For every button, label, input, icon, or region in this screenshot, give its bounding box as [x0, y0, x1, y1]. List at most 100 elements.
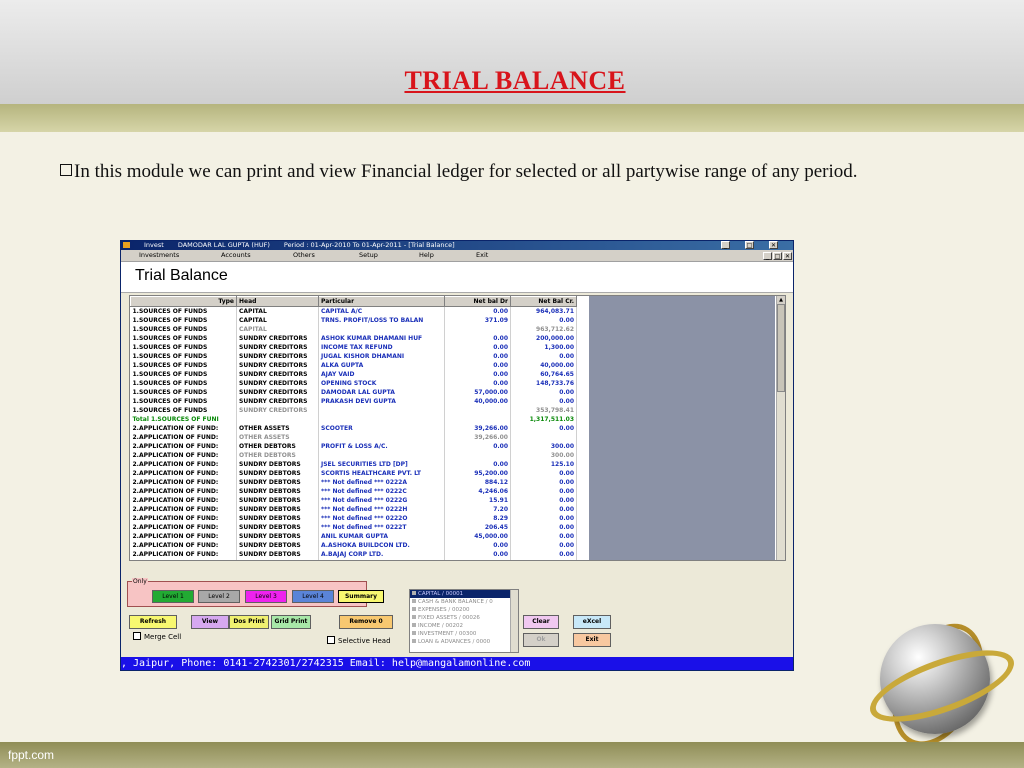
list-item[interactable]: INCOME / 00202	[410, 622, 518, 630]
table-row[interactable]: 1.SOURCES OF FUNDS SUNDRY CREDITORS ALKA G…	[130, 361, 577, 370]
list-item[interactable]: INVESTMENT / 00300	[410, 630, 518, 638]
grid-cell-cr: 353,798.41	[510, 406, 577, 415]
grid-cell-particular: ASHOK KUMAR DHAMANI HUF	[318, 334, 445, 343]
grid-scrollbar[interactable]: ▲	[776, 296, 785, 560]
minimize-icon[interactable]: _	[721, 241, 730, 249]
child-minimize-icon[interactable]: _	[763, 252, 772, 260]
table-row[interactable]: 1.SOURCES OF FUNDS CAPITAL CAPITAL A/C 0.00…	[130, 306, 577, 316]
trial-balance-grid[interactable]: Type Head Particular Net bal Dr Net Bal …	[129, 295, 786, 561]
clear-button[interactable]: Clear	[523, 615, 559, 629]
table-row[interactable]: 2.APPLICATION OF FUND: SUNDRY DEBTORS *** …	[130, 478, 577, 487]
table-row[interactable]: 2.APPLICATION OF FUND: SUNDRY DEBTORS A.AS…	[130, 541, 577, 550]
table-row[interactable]: 1.SOURCES OF FUNDS SUNDRY CREDITORS ASHOK …	[130, 334, 577, 343]
grid-cell-head: SUNDRY CREDITORS	[236, 334, 319, 343]
table-row[interactable]: 2.APPLICATION OF FUND: SUNDRY DEBTORS *** …	[130, 487, 577, 496]
table-row[interactable]: 1.SOURCES OF FUNDS SUNDRY CREDITORS OPENIN…	[130, 379, 577, 388]
selective-head-box[interactable]	[327, 636, 335, 644]
menu-help[interactable]: Help	[419, 250, 434, 261]
exit-button[interactable]: Exit	[573, 633, 611, 647]
table-row[interactable]: 2.APPLICATION OF FUND: OTHER DEBTORS PROFI…	[130, 442, 577, 451]
grid-cell-dr: 0.00	[444, 442, 511, 451]
maximize-icon[interactable]: □	[745, 241, 754, 249]
grid-cell-type: 1.SOURCES OF FUNDS	[130, 306, 237, 316]
merge-cell-box[interactable]	[133, 632, 141, 640]
table-row[interactable]: Total 1.SOURCES OF FUNI 1,317,511.03	[130, 415, 577, 424]
view-button[interactable]: View	[191, 615, 229, 629]
list-item[interactable]: LOAN & ADVANCES / 0000	[410, 638, 518, 646]
table-row[interactable]: 2.APPLICATION OF FUND: SUNDRY DEBTORS *** …	[130, 514, 577, 523]
listbox-scrollbar[interactable]	[510, 590, 518, 652]
table-row[interactable]: 1.SOURCES OF FUNDS SUNDRY CREDITORS JUGAL …	[130, 352, 577, 361]
refresh-button[interactable]: Refresh	[129, 615, 177, 629]
table-row[interactable]: 2.APPLICATION OF FUND: OTHER ASSETS SCOOTE…	[130, 424, 577, 433]
remove-zero-button[interactable]: Remove 0	[339, 615, 393, 629]
menu-accounts[interactable]: Accounts	[221, 250, 251, 261]
menu-setup[interactable]: Setup	[359, 250, 378, 261]
table-row[interactable]: 1.SOURCES OF FUNDS SUNDRY CREDITORS INCOME…	[130, 343, 577, 352]
excel-button[interactable]: eXcel	[573, 615, 611, 629]
table-row[interactable]: 2.APPLICATION OF FUND: OTHER DEBTORS 300.0…	[130, 451, 577, 460]
summary-button[interactable]: Summary	[338, 590, 384, 603]
list-checkbox-icon[interactable]	[412, 599, 416, 603]
table-row[interactable]: 2.APPLICATION OF FUND: SUNDRY DEBTORS JSEL…	[130, 460, 577, 469]
grid-cell-dr: 15.91	[444, 496, 511, 505]
table-row[interactable]: 2.APPLICATION OF FUND: SUNDRY DEBTORS *** …	[130, 523, 577, 532]
table-row[interactable]: 1.SOURCES OF FUNDS SUNDRY CREDITORS 353,79…	[130, 406, 577, 415]
table-row[interactable]: 2.APPLICATION OF FUND: SUNDRY DEBTORS SCOR…	[130, 469, 577, 478]
table-row[interactable]: 2.APPLICATION OF FUND: OTHER ASSETS 39,266…	[130, 433, 577, 442]
table-row[interactable]: 2.APPLICATION OF FUND: SUNDRY DEBTORS *** …	[130, 496, 577, 505]
list-checkbox-icon[interactable]	[412, 591, 416, 595]
table-row[interactable]: 1.SOURCES OF FUNDS SUNDRY CREDITORS DAMODA…	[130, 388, 577, 397]
grid-cell-cr: 0.00	[510, 514, 577, 523]
table-row[interactable]: 1.SOURCES OF FUNDS CAPITAL TRNS. PROFIT/LO…	[130, 316, 577, 325]
col-header-dr[interactable]: Net bal Dr	[444, 296, 511, 307]
scroll-up-icon[interactable]: ▲	[777, 296, 785, 304]
menu-others[interactable]: Others	[293, 250, 315, 261]
grid-cell-head: SUNDRY DEBTORS	[236, 487, 319, 496]
level-3-button[interactable]: Level 3	[245, 590, 287, 603]
list-checkbox-icon[interactable]	[412, 615, 416, 619]
form-title: Trial Balance	[135, 267, 228, 284]
dos-print-button[interactable]: Dos Print	[229, 615, 269, 629]
account-group-listbox[interactable]: CAPITAL / 00001 CASH & BANK BALANCE / 0 EX…	[409, 589, 519, 653]
selective-head-checkbox[interactable]: Selective Head	[327, 636, 391, 645]
menu-exit[interactable]: Exit	[476, 250, 488, 261]
grid-cell-type: 2.APPLICATION OF FUND:	[130, 487, 237, 496]
list-checkbox-icon[interactable]	[412, 607, 416, 611]
child-close-icon[interactable]: ✕	[783, 252, 792, 260]
col-header-cr[interactable]: Net Bal Cr.	[510, 296, 577, 307]
footer-brand: fppt.com	[8, 748, 55, 762]
list-item[interactable]: FIXED ASSETS / 00026	[410, 614, 518, 622]
grid-cell-cr: 200,000.00	[510, 334, 577, 343]
list-checkbox-icon[interactable]	[412, 639, 416, 643]
table-row[interactable]: 2.APPLICATION OF FUND: SUNDRY DEBTORS ANIL…	[130, 532, 577, 541]
scroll-thumb[interactable]	[777, 304, 785, 392]
table-row[interactable]: 2.APPLICATION OF FUND:SUNDRY DEBTORSA.CO…	[130, 559, 577, 560]
grid-cell-dr: 40,000.00	[444, 397, 511, 406]
grid-cell-type: Total 1.SOURCES OF FUNI	[130, 415, 237, 424]
col-header-head[interactable]: Head	[236, 296, 319, 307]
table-row[interactable]: 2.APPLICATION OF FUND: SUNDRY DEBTORS A.BA…	[130, 550, 577, 559]
col-header-type[interactable]: Type	[130, 296, 237, 307]
menu-investments[interactable]: Investments	[139, 250, 179, 261]
list-checkbox-icon[interactable]	[412, 631, 416, 635]
slide-footer-band	[0, 742, 1024, 768]
list-checkbox-icon[interactable]	[412, 623, 416, 627]
grid-print-button[interactable]: Grid Print	[271, 615, 311, 629]
table-row[interactable]: 1.SOURCES OF FUNDS CAPITAL 963,712.62	[130, 325, 577, 334]
grid-cell-particular: *** Not defined *** 0222O	[318, 514, 445, 523]
list-item[interactable]: EXPENSES / 00200	[410, 606, 518, 614]
level-2-button[interactable]: Level 2	[198, 590, 240, 603]
col-header-particular[interactable]: Particular	[318, 296, 445, 307]
list-item[interactable]: CASH & BANK BALANCE / 0	[410, 598, 518, 606]
level-4-button[interactable]: Level 4	[292, 590, 334, 603]
merge-cell-checkbox[interactable]: Merge Cell	[133, 632, 181, 641]
table-row[interactable]: 2.APPLICATION OF FUND: SUNDRY DEBTORS *** …	[130, 505, 577, 514]
list-item[interactable]: CAPITAL / 00001	[410, 590, 518, 598]
level-1-button[interactable]: Level 1	[152, 590, 194, 603]
child-maximize-icon[interactable]: □	[773, 252, 782, 260]
table-row[interactable]: 1.SOURCES OF FUNDS SUNDRY CREDITORS AJAY V…	[130, 370, 577, 379]
close-icon[interactable]: ✕	[769, 241, 778, 249]
ok-button[interactable]: Ok	[523, 633, 559, 647]
table-row[interactable]: 1.SOURCES OF FUNDS SUNDRY CREDITORS PRAKAS…	[130, 397, 577, 406]
